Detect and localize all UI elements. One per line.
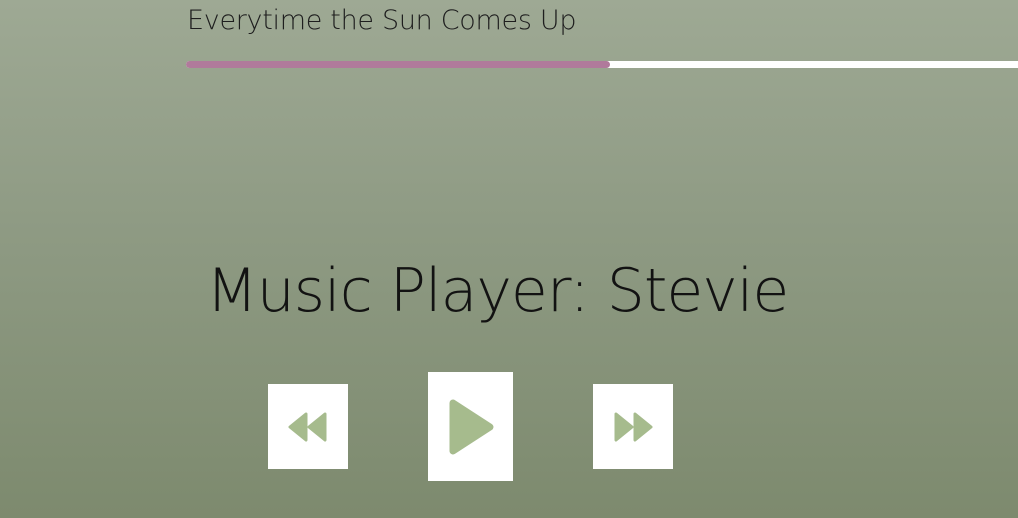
progress-bar-fill: [186, 61, 611, 68]
player-heading: Music Player: Stevie: [206, 256, 789, 326]
previous-track-button[interactable]: [268, 384, 348, 469]
play-button[interactable]: [428, 372, 513, 481]
next-track-button[interactable]: [593, 384, 673, 469]
rewind-icon: [288, 412, 327, 441]
play-icon: [449, 399, 493, 454]
progress-bar[interactable]: [186, 61, 1018, 68]
song-title: Everytime the Sun Comes Up: [187, 5, 577, 36]
fast-forward-icon: [614, 412, 653, 441]
